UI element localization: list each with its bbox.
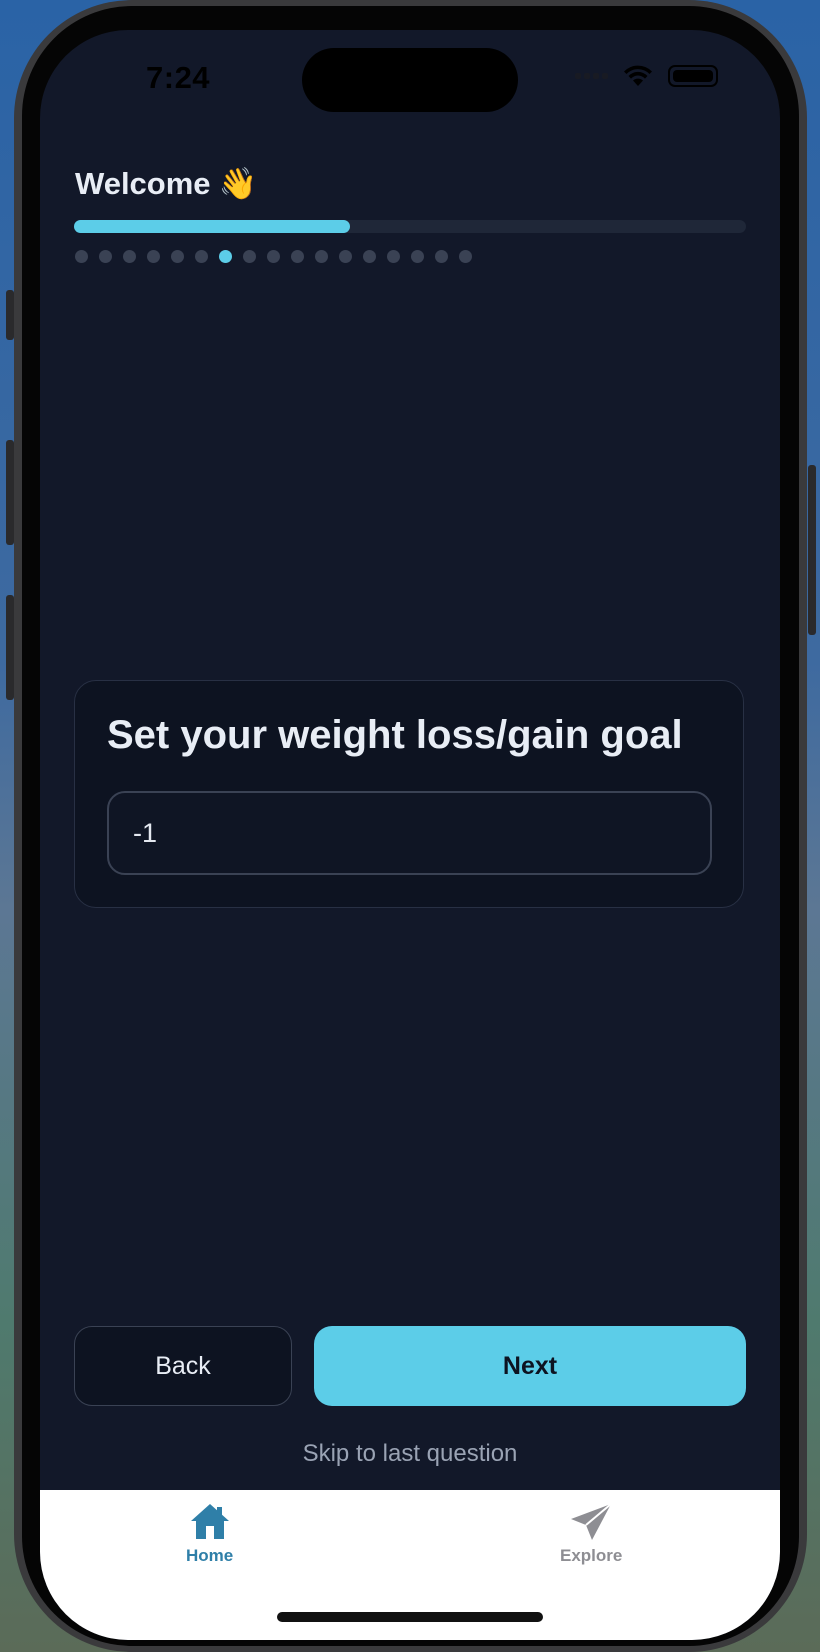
waving-hand-icon: 👋 xyxy=(218,166,258,201)
step-dot xyxy=(147,250,160,263)
page-title: Welcome 👋 xyxy=(75,165,257,202)
tab-explore[interactable]: Explore xyxy=(560,1502,622,1566)
cellular-signal-icon xyxy=(575,73,608,79)
question-title: Set your weight loss/gain goal xyxy=(107,713,683,757)
welcome-title: Welcome xyxy=(75,165,211,201)
dynamic-island xyxy=(302,48,518,112)
step-dot xyxy=(75,250,88,263)
step-dot xyxy=(315,250,328,263)
step-dot-active xyxy=(219,250,232,263)
wifi-icon xyxy=(624,65,652,86)
step-dot xyxy=(171,250,184,263)
step-dot xyxy=(387,250,400,263)
step-dot xyxy=(99,250,112,263)
progress-bar-fill xyxy=(74,220,350,233)
step-dot xyxy=(459,250,472,263)
back-button[interactable]: Back xyxy=(74,1326,292,1406)
status-icons xyxy=(575,64,718,88)
question-card: Set your weight loss/gain goal xyxy=(74,680,744,908)
step-dot xyxy=(339,250,352,263)
step-dot xyxy=(363,250,376,263)
tab-home-label: Home xyxy=(186,1546,234,1565)
step-dot xyxy=(243,250,256,263)
skip-link[interactable]: Skip to last question xyxy=(40,1440,780,1468)
tab-home[interactable]: Home xyxy=(186,1502,233,1566)
app-screen: 7:24 Welcome 👋 Set your weight loss/gain… xyxy=(40,30,780,1640)
status-time: 7:24 xyxy=(146,60,211,95)
house-icon xyxy=(190,1504,229,1539)
step-dot xyxy=(267,250,280,263)
step-dot xyxy=(123,250,136,263)
step-dot xyxy=(195,250,208,263)
next-button[interactable]: Next xyxy=(314,1326,746,1406)
progress-bar xyxy=(74,220,746,233)
side-button-power xyxy=(808,465,816,635)
tab-explore-label: Explore xyxy=(560,1546,623,1565)
weight-goal-input[interactable] xyxy=(107,791,712,875)
side-button-volume-down xyxy=(6,595,14,700)
side-button-action xyxy=(6,290,14,340)
step-dot xyxy=(291,250,304,263)
step-dot xyxy=(411,250,424,263)
paper-plane-icon xyxy=(571,1503,612,1540)
home-indicator xyxy=(277,1612,543,1622)
step-dot xyxy=(435,250,448,263)
battery-icon xyxy=(668,65,718,87)
side-button-volume-up xyxy=(6,440,14,545)
step-indicator xyxy=(75,250,472,263)
